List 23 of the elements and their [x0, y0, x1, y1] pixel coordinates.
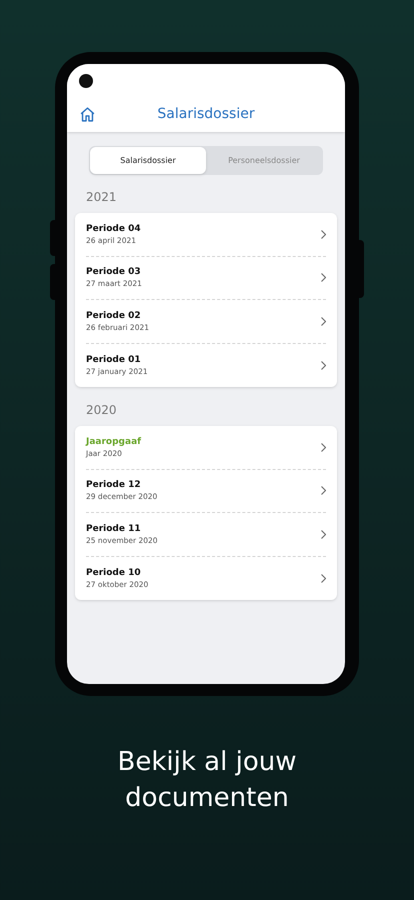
document-title: Periode 11 — [86, 522, 142, 535]
document-title: Periode 01 — [86, 354, 142, 366]
chevron-right-icon — [321, 442, 326, 452]
chevron-right-icon — [321, 574, 326, 583]
caption: Bekijk al jouw documenten — [116, 746, 298, 815]
chevron-right-icon — [321, 486, 326, 496]
home-icon[interactable] — [79, 106, 96, 122]
year-heading: 2021 — [86, 189, 118, 206]
year-heading: 2020 — [86, 402, 118, 419]
document-title: Periode 12 — [86, 479, 142, 492]
chevron-right-icon — [321, 360, 326, 370]
document-title: Jaaropgaaf — [86, 436, 142, 448]
document-title: Periode 02 — [86, 310, 142, 322]
document-title: Periode 10 — [86, 566, 142, 579]
chevron-right-icon — [321, 530, 326, 539]
screen-title: Salarisdossier — [156, 104, 256, 124]
document-title: Periode 04 — [86, 222, 142, 235]
chevron-right-icon — [321, 273, 326, 282]
camera-icon — [79, 74, 93, 88]
chevron-right-icon — [321, 230, 326, 239]
chevron-right-icon — [321, 316, 326, 326]
tab[interactable]: Salarisdossier — [90, 147, 206, 174]
document-title: Periode 03 — [86, 266, 142, 278]
